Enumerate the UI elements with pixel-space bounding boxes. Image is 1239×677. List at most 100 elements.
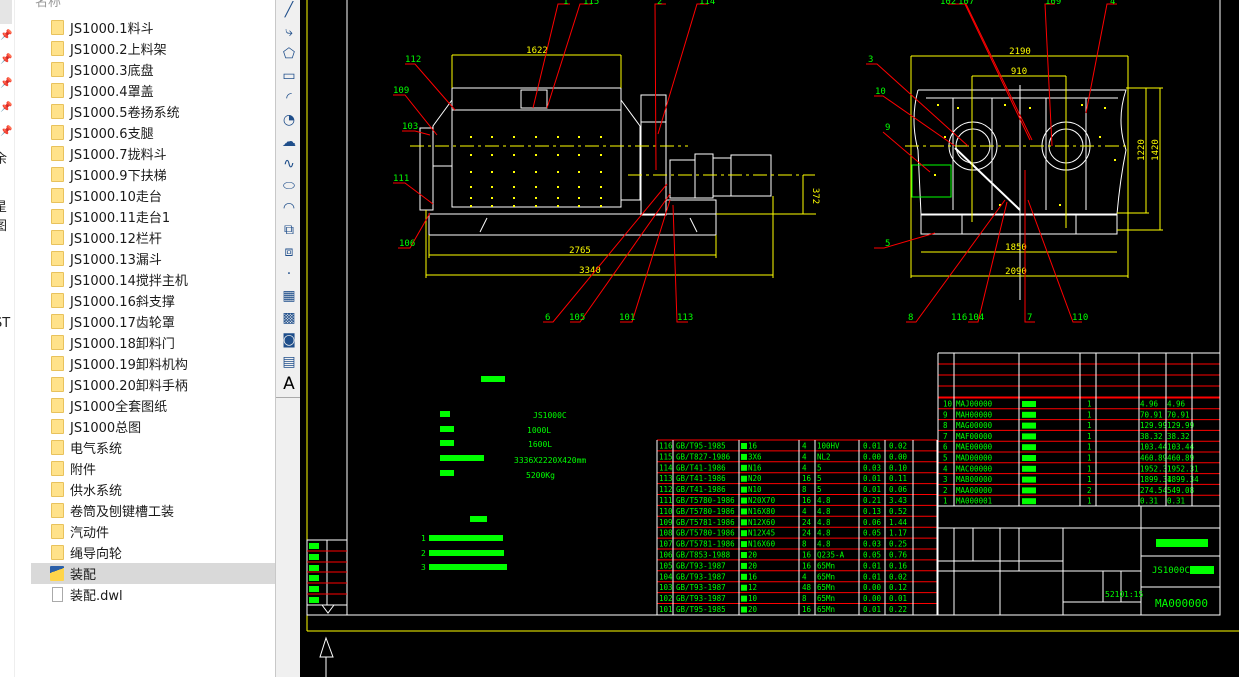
drawing-number: MA000000 — [1155, 597, 1208, 610]
item-label: 汽动件 — [70, 526, 110, 541]
rectangle-icon[interactable]: ▭ — [279, 66, 299, 86]
pin-icon[interactable]: 📌 — [0, 126, 12, 140]
cell: 110 — [659, 507, 673, 516]
folder-item[interactable]: JS1000.3底盘 — [31, 59, 276, 80]
nav-item-fragment[interactable]: 余 — [0, 148, 7, 167]
bolt-dot — [470, 154, 472, 156]
balloon: 109 — [393, 86, 409, 96]
bom-row: 10 MAJ00000 1 4.96 4.96 — [938, 397, 1220, 409]
folder-icon — [51, 545, 64, 560]
cell: MAE00000 — [956, 443, 993, 452]
gradient-icon[interactable]: ▩ — [279, 308, 299, 328]
bolt-dot — [513, 205, 515, 207]
bolt-dot — [1029, 107, 1031, 109]
folder-item[interactable]: JS1000.10走台 — [31, 185, 276, 206]
folder-item[interactable]: JS1000.4罩盖 — [31, 80, 276, 101]
bolt-dot — [578, 154, 580, 156]
folder-item[interactable]: JS1000.2上料架 — [31, 38, 276, 59]
folder-item[interactable]: JS1000.18卸料门 — [31, 332, 276, 353]
nav-item-fragment[interactable]: 星图 — [0, 196, 14, 234]
arc-icon[interactable]: ◜ — [279, 88, 299, 108]
folder-item[interactable]: 电气系统 — [31, 437, 276, 458]
cell: 4.8 — [817, 507, 831, 516]
ellipse-arc-icon[interactable]: ◠ — [279, 198, 299, 218]
folder-item[interactable]: 附件 — [31, 458, 276, 479]
folder-item[interactable]: JS1000.9下扶梯 — [31, 164, 276, 185]
cell: MAG00000 — [956, 421, 993, 430]
circle-icon[interactable]: ◔ — [279, 110, 299, 130]
cell: 65Mn — [817, 561, 835, 570]
nav-selected-item[interactable] — [0, 0, 12, 24]
pin-icon[interactable]: 📌 — [0, 102, 12, 116]
folder-item[interactable]: JS1000全套图纸 — [31, 395, 276, 416]
balloon: 105 — [569, 313, 585, 323]
garbled-name-glyph — [741, 497, 747, 504]
point-icon[interactable]: · — [279, 264, 299, 284]
polygon-icon[interactable]: ⬠ — [279, 44, 299, 64]
bolt-dot — [557, 136, 559, 138]
table-icon[interactable]: ▤ — [279, 352, 299, 372]
cell: 5 — [817, 485, 822, 494]
folder-item[interactable]: 卷筒及刨键槽工装 — [31, 500, 276, 521]
garbled-name-glyph — [741, 562, 747, 569]
parts-list-row: 106 GB/T853-1988 20 16 Q235-A 0.05 0.76 — [657, 548, 937, 560]
polyline-icon[interactable]: ⤷ — [279, 22, 299, 42]
folder-item[interactable]: JS1000.6支腿 — [31, 122, 276, 143]
pin-icon[interactable]: 📌 — [0, 30, 12, 44]
folder-item[interactable]: JS1000总图 — [31, 416, 276, 437]
insert-block-icon[interactable]: ⧉ — [279, 220, 299, 240]
bom-row: 5 MAD00000 1 460.89 460.89 — [938, 451, 1220, 463]
cell: 102 — [659, 594, 673, 603]
cell: 20 — [748, 561, 758, 570]
garbled-name-glyph — [741, 552, 747, 558]
region-icon[interactable]: ◙ — [279, 330, 299, 350]
pin-icon[interactable]: 📌 — [0, 54, 12, 68]
folder-icon — [51, 314, 64, 329]
cell: GB/T5781-1986 — [676, 540, 735, 549]
folder-item[interactable]: JS1000.1料斗 — [31, 17, 276, 38]
cell: 0.10 — [889, 463, 908, 472]
bom-row: 1 MA000001 1 0.31 0.31 — [938, 494, 1220, 506]
folder-item[interactable]: 供水系统 — [31, 479, 276, 500]
cell: 1 — [1087, 475, 1092, 484]
cell: 129.99 — [1140, 421, 1167, 430]
folder-item[interactable]: 绳导向轮 — [31, 542, 276, 563]
cell: 12 — [748, 583, 757, 592]
bolt-dot — [535, 136, 537, 138]
cell: 48 — [802, 583, 812, 592]
cell: 16 — [802, 474, 812, 483]
folder-item[interactable]: JS1000.5卷扬系统 — [31, 101, 276, 122]
folder-item[interactable]: 汽动件 — [31, 521, 276, 542]
file-item[interactable]: 装配 — [31, 563, 276, 584]
ellipse-icon[interactable]: ⬭ — [279, 176, 299, 196]
folder-item[interactable]: JS1000.12栏杆 — [31, 227, 276, 248]
folder-item[interactable]: JS1000.13漏斗 — [31, 248, 276, 269]
folder-item[interactable]: JS1000.16斜支撑 — [31, 290, 276, 311]
line-icon[interactable]: ╱ — [279, 0, 299, 20]
folder-item[interactable]: JS1000.19卸料机构 — [31, 353, 276, 374]
folder-item[interactable]: JS1000.7拢料斗 — [31, 143, 276, 164]
bolt-dot — [600, 205, 602, 207]
folder-item[interactable]: JS1000.20卸料手柄 — [31, 374, 276, 395]
mtext-icon[interactable]: A — [279, 374, 299, 394]
folder-item[interactable]: JS1000.17齿轮罩 — [31, 311, 276, 332]
bom-row: 2 MAA00000 2 274.54 549.08 — [938, 483, 1220, 495]
file-item[interactable]: 装配.dwl — [31, 584, 276, 605]
spline-icon[interactable]: ∿ — [279, 154, 299, 174]
front-leaders — [393, 3, 708, 323]
column-header-name[interactable]: 名称 — [35, 0, 61, 10]
make-block-icon[interactable]: ⧈ — [279, 242, 299, 262]
bolt-dot — [578, 205, 580, 207]
bolt-dot — [513, 136, 515, 138]
spec-feed-capacity: 1600L — [528, 440, 552, 449]
pin-icon[interactable]: 📌 — [0, 78, 12, 92]
cad-drawing-canvas[interactable]: 1622 2765 3340 372 1 115 2 114 112 109 1… — [300, 0, 1239, 677]
cell: 1 — [1087, 497, 1092, 506]
folder-item[interactable]: JS1000.14搅拌主机 — [31, 269, 276, 290]
cell: 106 — [659, 551, 673, 560]
folder-item[interactable]: JS1000.11走台1 — [31, 206, 276, 227]
cell: N20X70 — [748, 496, 776, 505]
nav-item-fragment[interactable]: ST — [0, 316, 10, 331]
revision-cloud-icon[interactable]: ☁ — [279, 132, 299, 152]
hatch-icon[interactable]: ▦ — [279, 286, 299, 306]
